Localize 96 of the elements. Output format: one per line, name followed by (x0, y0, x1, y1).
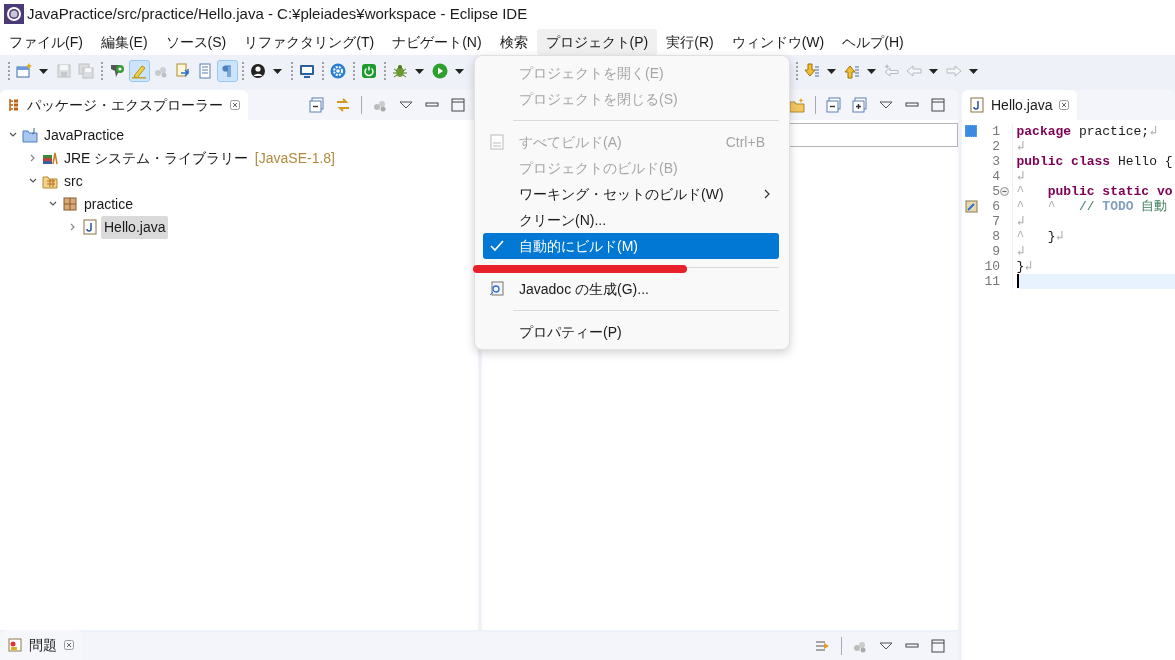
binary-file-icon (489, 134, 505, 150)
menu-item[interactable]: ソース(S) (156, 28, 236, 55)
menu-item[interactable]: 実行(R) (657, 28, 723, 55)
caret-icon[interactable] (38, 68, 48, 74)
arrow-left-icon (906, 63, 922, 79)
package-icon (61, 196, 78, 212)
maximize-icon[interactable] (930, 638, 946, 654)
caret-icon[interactable] (866, 68, 876, 74)
problems-icon (8, 638, 22, 652)
line-number: 11 (983, 273, 1000, 289)
view-tab[interactable]: パッケージ・エクスプローラー (0, 90, 248, 120)
line-number: 7 (991, 213, 1000, 229)
line-number: 3 (991, 153, 1000, 169)
maximize-icon[interactable] (450, 97, 466, 113)
code-line: ↲ (1016, 168, 1026, 184)
text-cursor (1016, 274, 1019, 289)
run-icon (432, 63, 448, 79)
arrow-left-star-icon (884, 63, 900, 79)
line-number: 2 (991, 138, 1000, 154)
menu-item[interactable]: ウィンドウ(W) (722, 28, 834, 55)
package-explorer-icon (8, 98, 20, 112)
menu-item[interactable]: プロジェクト(P) (536, 28, 658, 55)
arrow-right-icon (946, 63, 962, 79)
app-icon (3, 4, 24, 24)
filter-arrows-icon[interactable] (815, 638, 831, 654)
close-icon[interactable] (64, 640, 74, 650)
caret-icon[interactable] (454, 68, 464, 74)
java-file-icon (81, 219, 98, 235)
line-number: 4 (991, 168, 1000, 184)
code-line: ^ ^ // TODO 自動 (1016, 198, 1169, 214)
code-line: ^ }↲ (1016, 228, 1065, 244)
code-line: ↲ (1016, 138, 1026, 154)
collapse-all-icon[interactable] (826, 97, 842, 113)
line-number: 10 (983, 258, 1000, 274)
link-arrows-icon[interactable] (335, 97, 351, 113)
code-line: ↲ (1016, 213, 1026, 229)
task-icon (964, 199, 978, 213)
tree-item[interactable]: JRE システム・ライブラリー (61, 146, 252, 170)
code-line: }↲ (1016, 258, 1034, 274)
expand-all-icon[interactable] (852, 97, 868, 113)
tree-item[interactable]: JavaPractice (41, 123, 128, 147)
monitor-icon (299, 63, 315, 79)
menu-item[interactable]: ナビゲート(N) (383, 28, 491, 55)
shortcut-text: Ctrl+B (725, 132, 765, 152)
document-icon (197, 63, 213, 79)
document-arrow-icon (175, 63, 191, 79)
maximize-icon[interactable] (930, 97, 946, 113)
bookmark-pattern-icon (965, 125, 977, 137)
code-line: ↲ (1016, 243, 1026, 259)
javadoc-icon (489, 281, 505, 297)
caret-icon[interactable] (414, 68, 424, 74)
tree-item[interactable]: src (61, 169, 86, 193)
code-line: package practice;↲ (1016, 123, 1158, 139)
code-line: ^ public static vo (1016, 183, 1174, 199)
tree-item[interactable]: Hello.java (101, 215, 169, 239)
line-number: 6 (991, 198, 1000, 214)
project-folder-icon (21, 127, 38, 143)
code-line: public class Hello { (1016, 153, 1174, 169)
tree-item-decoration: [JavaSE-1.8] (254, 148, 335, 168)
line-number: 8 (991, 228, 1000, 244)
source-folder-icon (41, 173, 58, 189)
menu-item[interactable]: 編集(E) (91, 28, 157, 55)
menu-item[interactable]: プロパティー(P) (483, 319, 779, 345)
caret-icon[interactable] (272, 68, 282, 74)
new-window-icon (16, 63, 32, 79)
save-all-icon (78, 63, 94, 79)
fold-icon[interactable] (1000, 186, 1009, 196)
line-number: 1 (991, 123, 1000, 139)
java-file-icon (970, 97, 984, 113)
power-icon (361, 63, 377, 79)
new-folder-icon[interactable] (789, 97, 805, 113)
line-number: 9 (991, 243, 1000, 259)
highlighter-icon (131, 63, 147, 79)
caret-icon[interactable] (826, 68, 836, 74)
menu-item[interactable]: ヘルプ(H) (833, 28, 913, 55)
menu-item[interactable]: ワーキング・セットのビルド(W) (483, 181, 779, 207)
view-tab[interactable]: Hello.java (962, 90, 1078, 120)
window-title: JavaPractice/src/practice/Hello.java - C:¥pleiades¥workspace - Eclipse IDE (27, 3, 528, 24)
close-icon[interactable] (230, 100, 240, 110)
user-icon (250, 63, 266, 79)
menu-item[interactable]: 検索 (490, 28, 537, 55)
bug-icon (392, 63, 408, 79)
collapse-all-icon[interactable] (309, 97, 325, 113)
menu-item[interactable]: クリーン(N)... (483, 207, 779, 233)
tree-item[interactable]: practice (81, 192, 137, 216)
menu-item[interactable]: Javadoc の生成(G)... (483, 276, 779, 302)
books-icon (41, 150, 58, 166)
close-icon[interactable] (1059, 100, 1070, 110)
line-number: 5 (991, 183, 1000, 199)
open-type-icon (109, 63, 125, 79)
save-icon (56, 63, 72, 79)
arrow-up-document-icon (844, 63, 860, 79)
menu-item[interactable]: リファクタリング(T) (235, 28, 384, 55)
settings-icon (330, 63, 346, 79)
arrow-down-document-icon (804, 63, 820, 79)
menu-item[interactable]: ファイル(F) (0, 28, 92, 55)
